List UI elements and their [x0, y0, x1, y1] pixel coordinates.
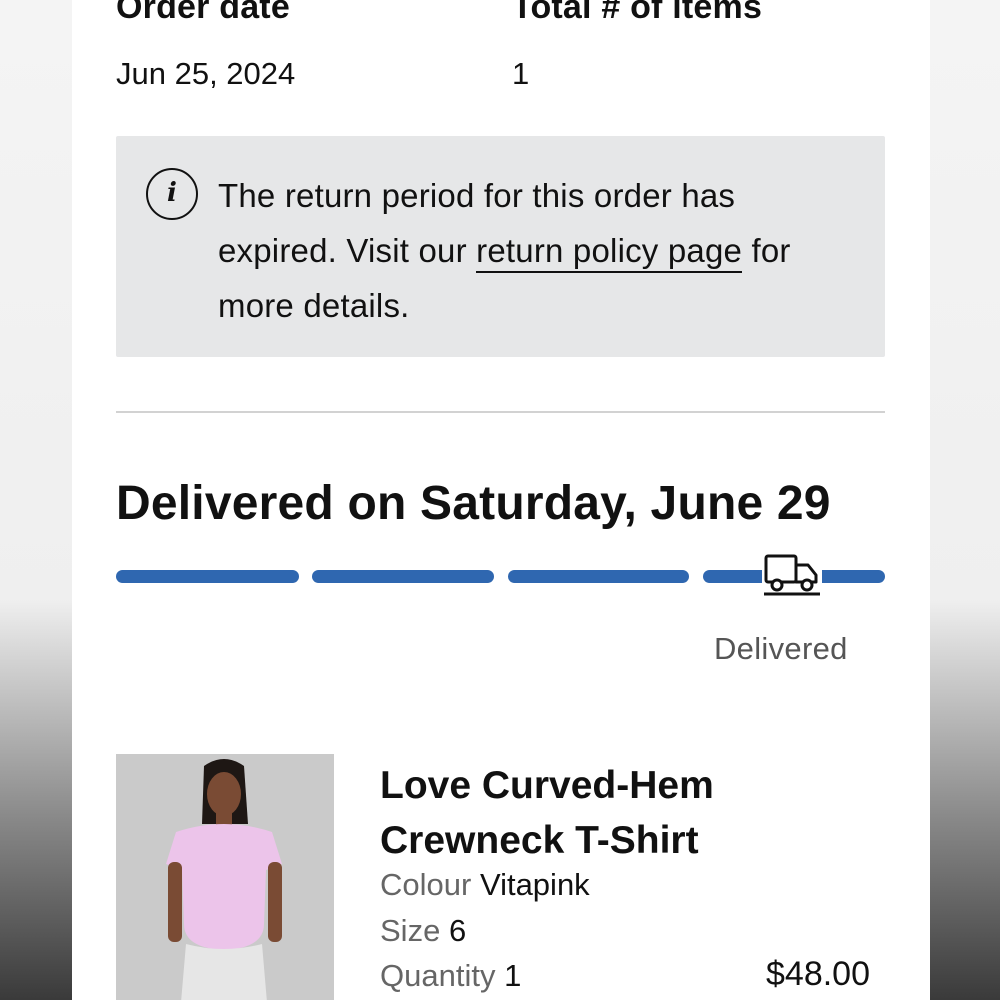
- colour-value: Vitapink: [479, 867, 590, 902]
- product-image[interactable]: [116, 754, 334, 1000]
- progress-segment-3: [508, 570, 689, 583]
- return-notice-text: The return period for this order has exp…: [218, 168, 858, 333]
- items-count-value: 1: [512, 56, 530, 91]
- product-quantity: Quantity 1: [380, 958, 521, 994]
- delivery-title: Delivered on Saturday, June 29: [116, 477, 831, 530]
- product-colour: Colour Vitapink: [380, 867, 590, 903]
- info-icon: i: [146, 168, 198, 220]
- order-details-page: Order date Total # of items Jun 25, 2024…: [72, 0, 930, 1000]
- progress-segment-2: [312, 570, 494, 583]
- product-price: $48.00: [766, 955, 870, 993]
- delivery-status-label: Delivered: [714, 631, 848, 666]
- section-divider: [116, 411, 885, 413]
- truck-icon: [762, 553, 822, 599]
- progress-segment-1: [116, 570, 299, 583]
- items-count-label: Total # of items: [512, 0, 763, 26]
- size-label: Size: [380, 913, 441, 948]
- quantity-label: Quantity: [380, 958, 496, 993]
- size-value: 6: [448, 913, 467, 948]
- product-name[interactable]: Love Curved-Hem Crewneck T-Shirt: [380, 758, 800, 868]
- return-notice: i The return period for this order has e…: [116, 136, 885, 357]
- quantity-value: 1: [504, 958, 522, 993]
- order-date-label: Order date: [116, 0, 290, 26]
- backdrop-right: [928, 0, 1000, 1000]
- product-size: Size 6: [380, 913, 466, 949]
- backdrop-left: [0, 0, 72, 1000]
- return-policy-link[interactable]: return policy page: [476, 232, 743, 273]
- colour-label: Colour: [380, 867, 472, 902]
- order-date-value: Jun 25, 2024: [116, 56, 296, 91]
